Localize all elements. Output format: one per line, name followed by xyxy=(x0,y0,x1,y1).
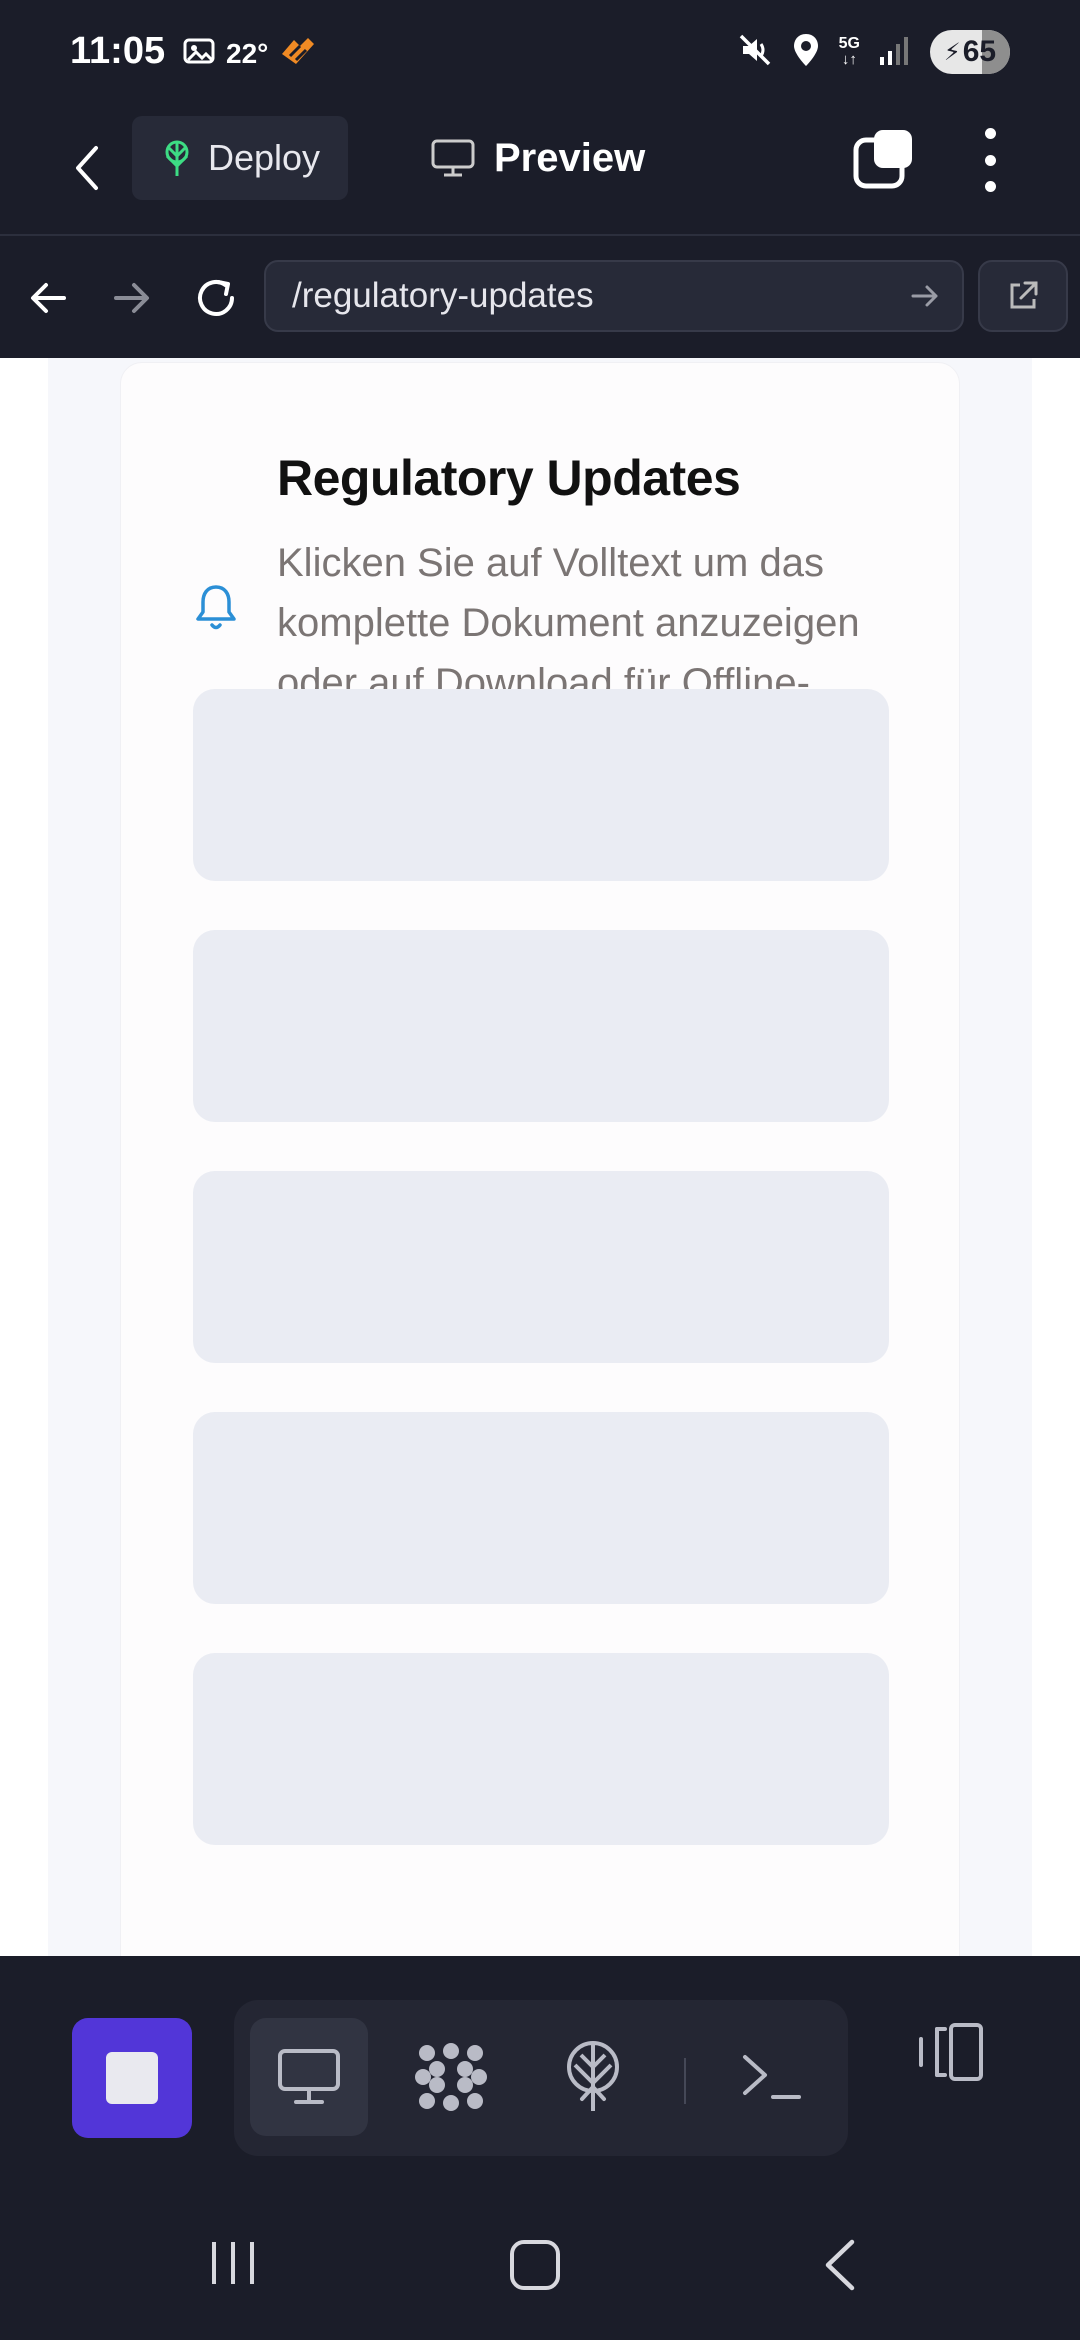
status-bar: 11:05 22° 5G ↓↑ ⚡ 65 xyxy=(0,0,1080,108)
back-icon xyxy=(825,2239,855,2291)
dot-icon xyxy=(984,154,996,166)
chevron-left-icon xyxy=(76,146,98,190)
dot-icon xyxy=(984,128,996,139)
skeleton-item xyxy=(193,1412,889,1604)
deploy-icon xyxy=(165,140,189,176)
panel-layout-icon xyxy=(919,2023,983,2081)
signal-icon xyxy=(878,33,912,72)
arrow-right-icon xyxy=(114,283,149,313)
deploy-label: Deploy xyxy=(208,137,321,178)
panel-layout-button[interactable] xyxy=(912,2014,988,2090)
battery-level: 65 xyxy=(962,35,997,68)
deploy-button[interactable]: Deploy xyxy=(132,116,348,200)
app-notification-icon xyxy=(278,34,318,73)
tool-switcher xyxy=(234,2000,848,2156)
bottom-toolbar xyxy=(0,1956,1080,2166)
network-5g-icon: 5G ↓↑ xyxy=(838,35,860,68)
stop-icon xyxy=(106,2052,158,2104)
tabs-icon xyxy=(853,130,912,189)
screenshot-icon xyxy=(182,34,216,73)
deploy-icon xyxy=(567,2041,619,2111)
tabs-button[interactable] xyxy=(852,128,914,190)
skeleton-item xyxy=(193,930,889,1122)
preview-icon xyxy=(278,2049,340,2104)
location-icon xyxy=(791,32,821,73)
charging-icon: ⚡ xyxy=(943,38,961,66)
terminal-icon xyxy=(743,2055,801,2099)
browser-url-bar: /regulatory-updates xyxy=(0,238,1080,358)
mute-icon xyxy=(737,32,773,73)
deploy-tool-button[interactable] xyxy=(534,2018,652,2136)
terminal-tool-button[interactable] xyxy=(712,2018,830,2136)
external-link-icon xyxy=(1010,281,1038,309)
home-button[interactable] xyxy=(508,2238,562,2292)
monitor-icon xyxy=(431,139,475,177)
battery-indicator: ⚡ 65 xyxy=(930,30,1010,74)
skeleton-item xyxy=(193,689,889,881)
temperature: 22° xyxy=(226,37,269,69)
content-card: Regulatory Updates Klicken Sie auf Vollt… xyxy=(120,362,960,1956)
stop-button[interactable] xyxy=(72,2018,192,2138)
url-input[interactable]: /regulatory-updates xyxy=(264,260,964,332)
skeleton-item xyxy=(193,1653,889,1845)
bell-icon xyxy=(193,581,239,633)
agent-icon xyxy=(415,2043,487,2111)
preview-tab[interactable]: Preview xyxy=(430,122,645,194)
recent-apps-icon xyxy=(212,2242,254,2284)
system-back-button[interactable] xyxy=(822,2238,858,2292)
dot-icon xyxy=(984,181,996,192)
browser-back-button[interactable] xyxy=(20,270,76,326)
go-arrow-icon[interactable] xyxy=(910,280,940,320)
more-menu-button[interactable] xyxy=(980,128,1000,192)
arrow-left-icon xyxy=(31,283,66,313)
page-title: Regulatory Updates xyxy=(277,450,741,506)
preview-tool-button[interactable] xyxy=(250,2018,368,2136)
reload-button[interactable] xyxy=(188,270,244,326)
status-time: 11:05 xyxy=(70,30,166,72)
url-text: /regulatory-updates xyxy=(292,276,594,315)
agent-tool-button[interactable] xyxy=(392,2018,510,2136)
skeleton-item xyxy=(193,1171,889,1363)
browser-forward-button[interactable] xyxy=(104,270,160,326)
home-icon xyxy=(510,2240,560,2290)
app-top-bar: Deploy Preview xyxy=(0,108,1080,236)
preview-label: Preview xyxy=(494,135,646,180)
open-external-button[interactable] xyxy=(978,260,1068,332)
recent-apps-button[interactable] xyxy=(208,2238,258,2288)
back-button[interactable] xyxy=(62,138,112,198)
toolbar-divider xyxy=(684,2058,686,2104)
system-navigation-bar xyxy=(0,2166,1080,2340)
web-preview-viewport[interactable]: Regulatory Updates Klicken Sie auf Vollt… xyxy=(0,358,1080,1956)
reload-icon xyxy=(198,280,234,316)
